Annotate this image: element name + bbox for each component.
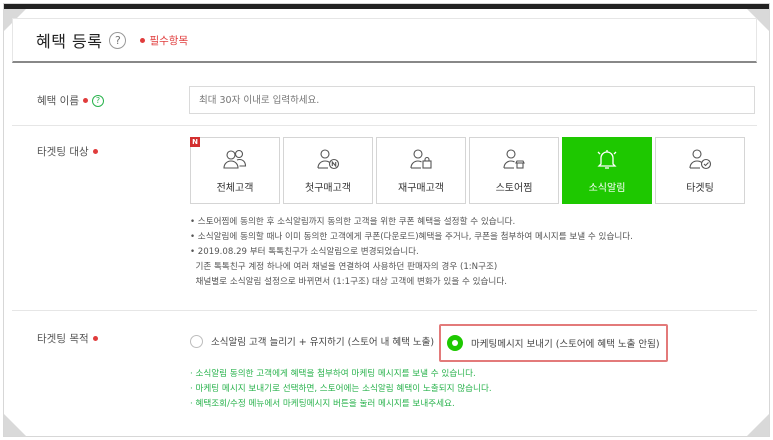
purpose-notes: · 소식알림 동의한 고객에게 혜택을 첨부하여 마케팅 메시지를 보낼 수 있… (190, 367, 492, 412)
radio-selected-icon[interactable] (447, 335, 463, 351)
target-option-all-customers[interactable]: N 전체고객 (190, 137, 280, 204)
row-divider (12, 310, 757, 311)
required-note-text: 필수항목 (149, 34, 189, 47)
required-dot-icon (140, 37, 146, 43)
person-store-icon (501, 148, 527, 170)
targeting-target-label-text: 타겟팅 대상 (37, 146, 89, 158)
target-option-news-alert[interactable]: 소식알림 (562, 137, 652, 204)
purpose-option-marketing-message[interactable]: 마케팅메시지 보내기 (스토어에 혜택 노출 안됨) (439, 324, 668, 362)
required-dot-icon (92, 149, 98, 154)
note-line: · 소식알림 동의한 고객에게 혜택을 첨부하여 마케팅 메시지를 보낼 수 있… (190, 369, 476, 379)
help-icon[interactable]: ? (91, 94, 104, 107)
bell-icon (594, 148, 620, 170)
row-divider (12, 125, 757, 126)
note-line: 채널별로 소식알림 설정으로 바뀌면서 (1:1구조) 대상 고객에 변화가 있… (190, 277, 507, 287)
note-line: • 2019.08.29 부터 톡톡친구가 소식알림으로 변경되었습니다. (190, 247, 419, 257)
target-option-label: 재구매고객 (398, 183, 444, 194)
targeting-notes: • 스토어찜에 동의한 후 소식알림까지 동의한 고객을 위한 쿠폰 혜택을 설… (190, 215, 633, 290)
note-line: 기존 톡톡친구 계정 하나에 여러 채널을 연결하여 사용하던 판매자의 경우 … (190, 262, 498, 272)
note-line: • 스토어찜에 동의한 후 소식알림까지 동의한 고객을 위한 쿠폰 혜택을 설… (190, 217, 516, 227)
group-icon (222, 148, 248, 170)
benefit-name-input[interactable] (189, 86, 755, 114)
targeting-options: N 전체고객 첫구매고객 재구매고객 스토어찜 소식알림 타겟팅 (190, 137, 748, 204)
person-n-icon (315, 148, 341, 170)
benefit-name-label-text: 혜택 이름 (37, 95, 79, 107)
targeting-target-label: 타겟팅 대상 (37, 144, 98, 159)
target-option-store-favorite[interactable]: 스토어찜 (469, 137, 559, 204)
target-option-label: 타겟팅 (686, 183, 714, 194)
targeting-purpose-label-text: 타겟팅 목적 (37, 333, 89, 345)
target-option-label: 소식알림 (588, 183, 626, 194)
required-dot-icon (92, 336, 98, 341)
new-badge: N (190, 137, 200, 147)
purpose-option-label: 소식알림 고객 늘리기 + 유지하기 (스토어 내 혜택 노출) (211, 337, 435, 348)
note-line: · 마케팅 메시지 보내기로 선택하면, 스토어에는 소식알림 혜택이 노출되지… (190, 384, 492, 394)
target-option-label: 스토어찜 (495, 183, 533, 194)
target-option-targeting[interactable]: 타겟팅 (655, 137, 745, 204)
radio-unselected-icon[interactable] (190, 334, 203, 348)
page-header: 혜택 등록 ? 필수항목 (12, 18, 757, 63)
person-check-icon (687, 148, 713, 170)
note-line: • 소식알림에 동의할 때나 이미 동의한 고객에게 쿠폰(다운로드)혜택을 주… (190, 232, 633, 242)
person-bag-icon (408, 148, 434, 170)
targeting-purpose-label: 타겟팅 목적 (37, 331, 98, 346)
purpose-option-label: 마케팅메시지 보내기 (스토어에 혜택 노출 안됨) (471, 339, 660, 350)
corner-decoration (4, 414, 26, 436)
target-option-repurchase[interactable]: 재구매고객 (376, 137, 466, 204)
page-title: 혜택 등록 (36, 32, 103, 51)
window-frame: 혜택 등록 ? 필수항목 혜택 이름 ? 타겟팅 대상 N 전체고객 (3, 3, 770, 437)
target-option-label: 전체고객 (216, 183, 254, 194)
purpose-option-grow-retain[interactable]: 소식알림 고객 늘리기 + 유지하기 (스토어 내 혜택 노출) (190, 334, 434, 348)
benefit-name-label: 혜택 이름 ? (37, 93, 104, 108)
corner-decoration (747, 414, 769, 436)
note-line: · 혜택조회/수정 메뉴에서 마케팅메시지 버튼을 눌러 메시지를 보내주세요. (190, 399, 455, 409)
target-option-first-purchase[interactable]: 첫구매고객 (283, 137, 373, 204)
help-icon[interactable]: ? (109, 31, 127, 49)
required-dot-icon (82, 98, 88, 103)
top-bar (4, 4, 769, 9)
target-option-label: 첫구매고객 (305, 183, 351, 194)
required-note: 필수항목 (140, 33, 188, 48)
